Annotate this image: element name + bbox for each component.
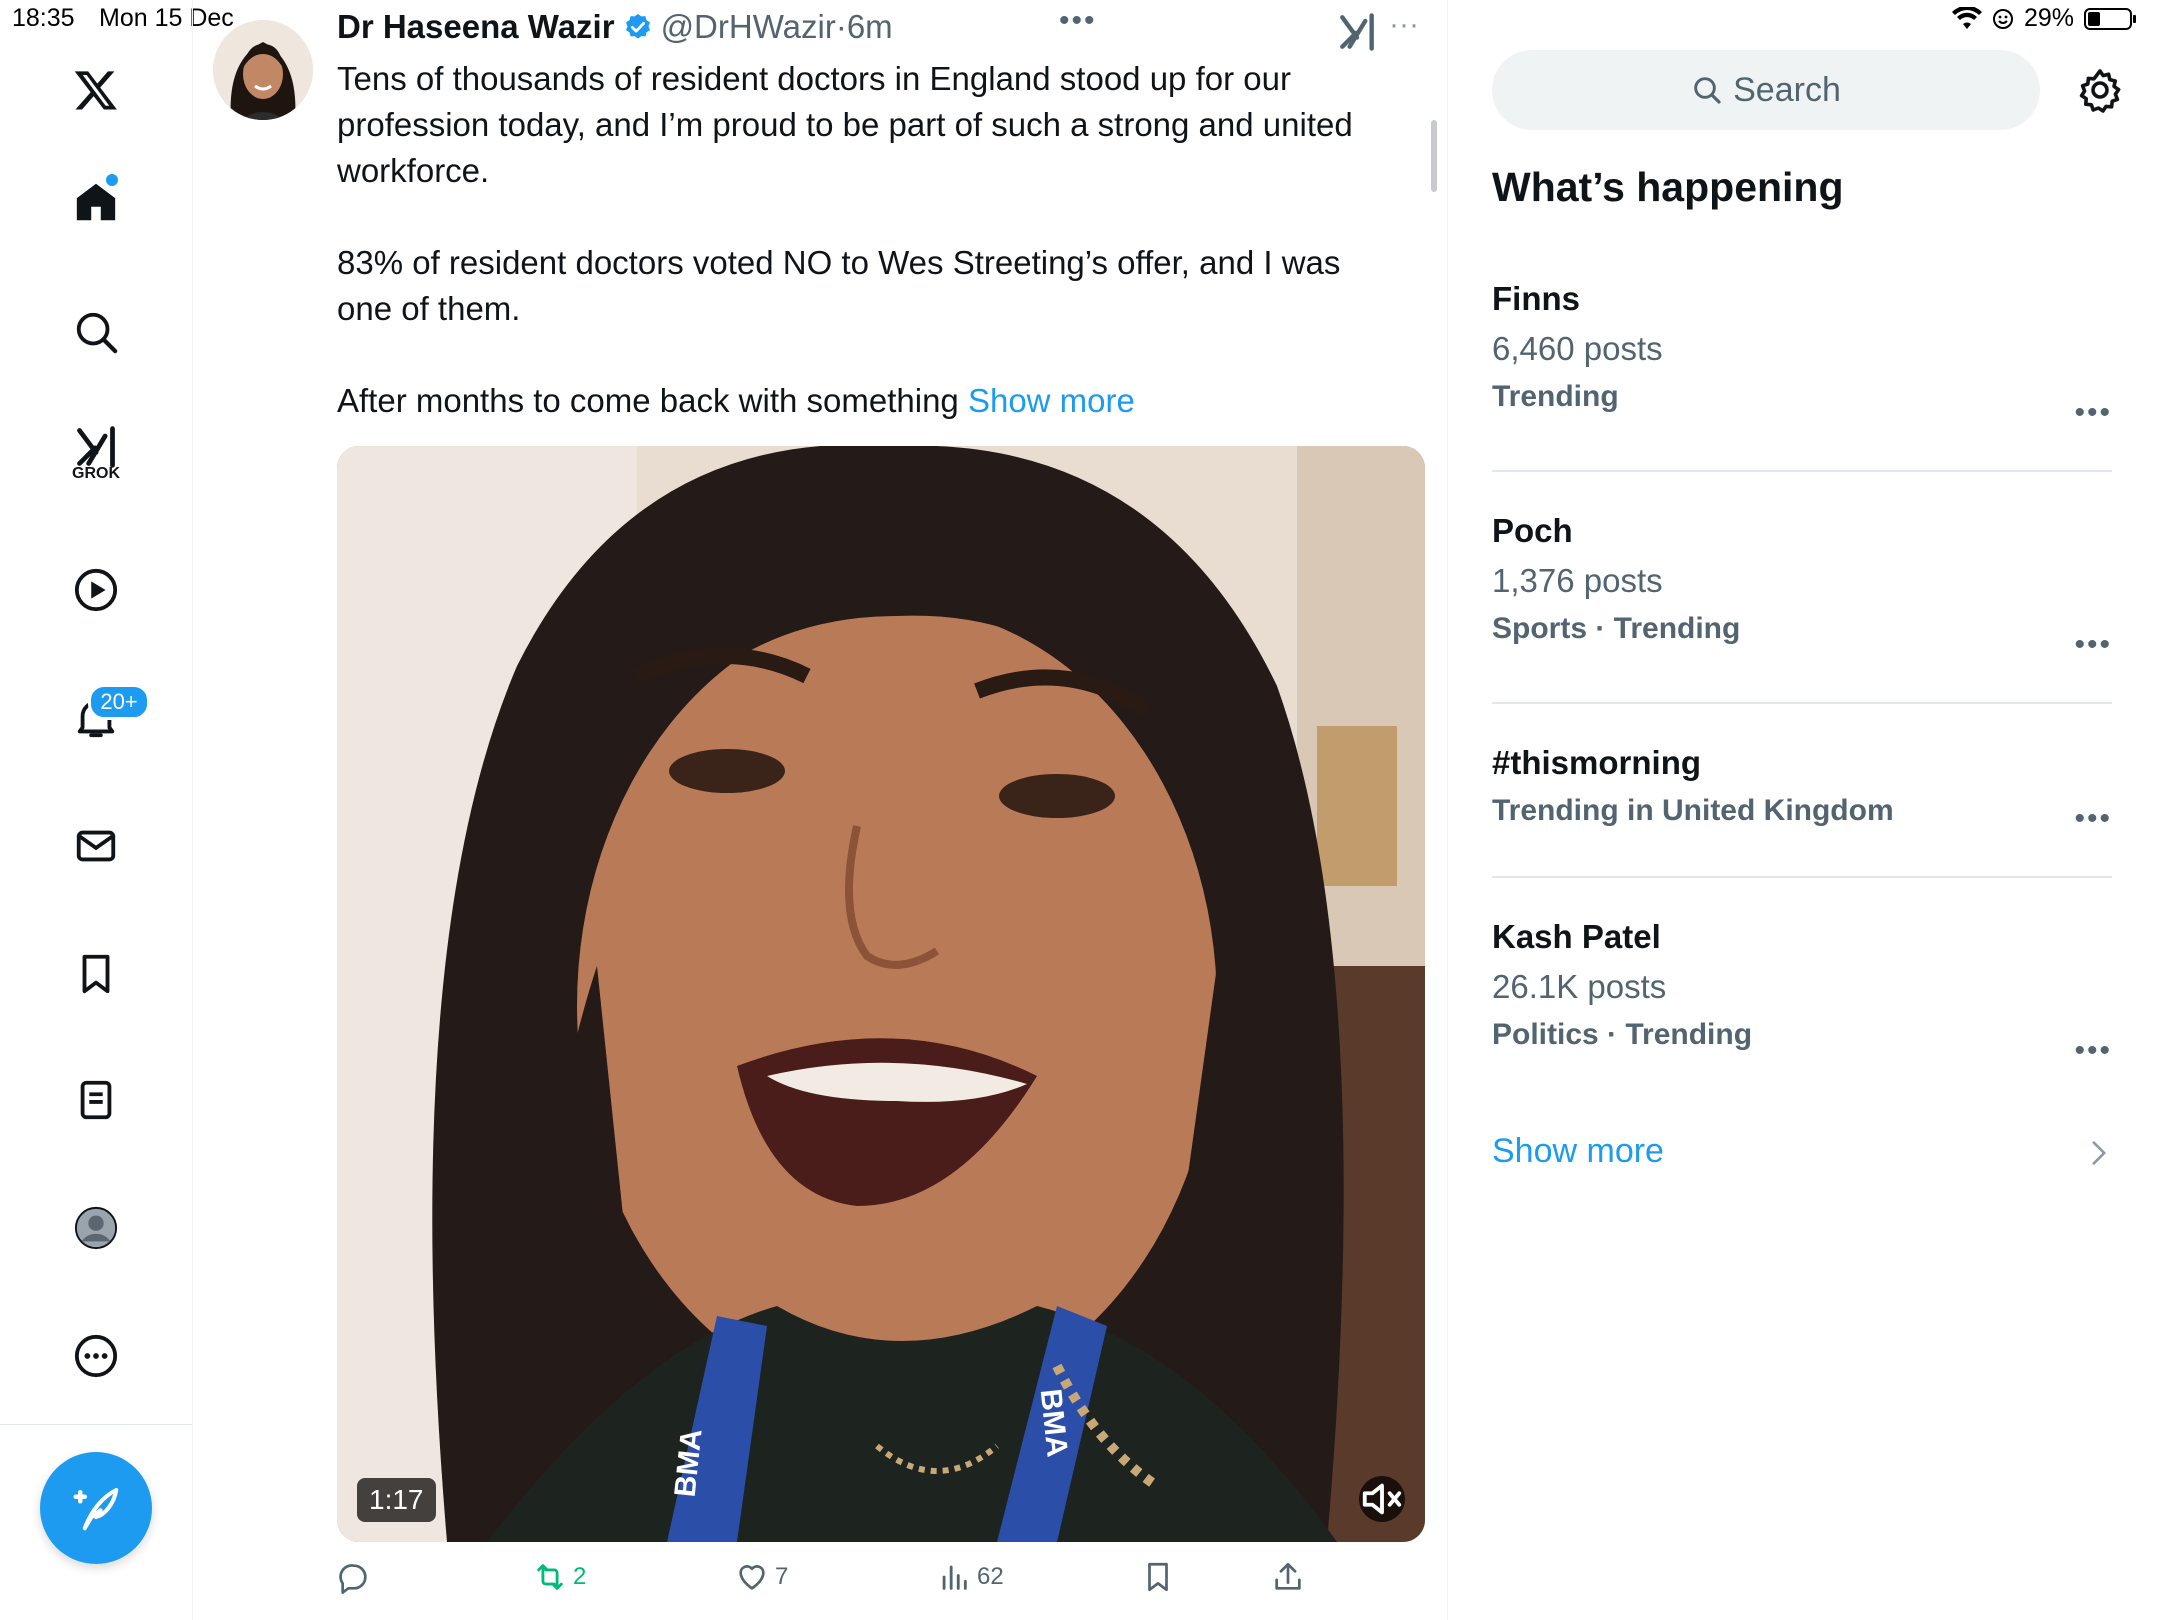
trend-post-count: 6,460 posts: [1492, 330, 1663, 367]
trends-show-more-link[interactable]: Show more: [1492, 1132, 1664, 1171]
repost-count: 2: [573, 1563, 587, 1590]
lanyard-text-left: BMA: [668, 1427, 709, 1499]
trend-item[interactable]: Kash Patel 26.1K posts Politics · Trendi…: [1492, 918, 2112, 1067]
share-icon: [1275, 1562, 1301, 1590]
video-duration: 1:17: [357, 1478, 436, 1522]
heart-icon: [739, 1565, 765, 1590]
trend-more-icon[interactable]: •••: [2074, 396, 2112, 430]
trend-title: Poch: [1492, 512, 1573, 549]
grok-explain-icon[interactable]: [1335, 10, 1379, 54]
tweet-paragraph-2: 83% of resident doctors voted NO to Wes …: [337, 244, 1341, 327]
trend-divider: [1492, 876, 2112, 878]
x-logo-icon[interactable]: [62, 56, 130, 124]
whats-happening-title: What’s happening: [1492, 164, 1844, 210]
trend-item[interactable]: Poch 1,376 posts Sports · Trending •••: [1492, 512, 2112, 661]
trend-item[interactable]: Finns 6,460 posts Trending •••: [1492, 280, 2112, 429]
trend-meta: Trending: [1492, 380, 1619, 413]
video-icon[interactable]: [62, 556, 130, 624]
reply-icon: [339, 1564, 367, 1594]
trend-meta: Politics · Trending: [1492, 1018, 1753, 1051]
settings-gear-icon[interactable]: [2076, 66, 2124, 114]
notifications-badge: 20+: [88, 684, 150, 720]
bookmarks-icon[interactable]: [62, 940, 130, 1008]
lists-icon[interactable]: [62, 1066, 130, 1134]
author-avatar[interactable]: [213, 20, 313, 120]
bookmark-icon: [1148, 1562, 1168, 1592]
trend-title: Kash Patel: [1492, 918, 1661, 955]
trend-more-icon[interactable]: •••: [2074, 1034, 2112, 1068]
lanyard-text-right: BMA: [1033, 1387, 1074, 1459]
compose-post-button[interactable]: [40, 1452, 152, 1564]
like-button[interactable]: 7: [735, 1560, 788, 1594]
trend-divider: [1492, 470, 2112, 472]
trend-item[interactable]: #thismorning Trending in United Kingdom …: [1492, 744, 2112, 835]
tweet-video[interactable]: BMA BMA 1:17: [337, 446, 1425, 1542]
author-name[interactable]: Dr Haseena Wazir: [337, 8, 615, 46]
mute-button[interactable]: [1359, 1476, 1405, 1522]
scrollbar-thumb[interactable]: [1431, 120, 1437, 192]
profile-icon[interactable]: [62, 1194, 130, 1262]
home-icon[interactable]: [62, 168, 130, 236]
tweet-paragraph-3-text: After months to come back with something: [337, 382, 959, 419]
messages-icon[interactable]: [62, 812, 130, 880]
tweet-paragraph-3: After months to come back with something…: [337, 378, 1397, 424]
views-button[interactable]: 62: [937, 1560, 1004, 1594]
trend-title: Finns: [1492, 280, 1580, 317]
tweet-author: Dr Haseena Wazir @DrHWazir · 6m: [337, 8, 893, 46]
tweet-paragraph-1: Tens of thousands of resident doctors in…: [337, 60, 1353, 189]
compose-post-icon: [73, 1487, 119, 1531]
trend-post-count: 26.1K posts: [1492, 968, 1667, 1005]
grok-icon[interactable]: GROK: [62, 420, 130, 488]
verified-badge-icon: [625, 13, 650, 39]
tweet-text: Tens of thousands of resident doctors in…: [337, 56, 1397, 424]
search-icon[interactable]: [62, 298, 130, 366]
grok-label: GROK: [72, 465, 120, 482]
like-count: 7: [775, 1563, 789, 1590]
reply-button[interactable]: [337, 1560, 377, 1594]
share-button[interactable]: [1271, 1560, 1305, 1594]
tweet-time[interactable]: 6m: [847, 8, 893, 46]
views-chart-icon: [942, 1565, 967, 1590]
timeline: Dr Haseena Wazir @DrHWazir · 6m ••• ··· …: [193, 0, 1448, 1620]
tweet-actions: 2 7 62: [337, 1560, 1425, 1606]
trend-divider: [1492, 702, 2112, 704]
multitask-handle-icon[interactable]: •••: [1059, 4, 1097, 38]
home-unread-dot: [106, 174, 118, 186]
repost-button[interactable]: 2: [533, 1560, 586, 1594]
tweet-show-more-link[interactable]: Show more: [968, 382, 1135, 419]
search-placeholder: Search: [1733, 70, 1841, 109]
sidebar-divider: [0, 1424, 192, 1425]
trend-post-count: 1,376 posts: [1492, 562, 1663, 599]
search-icon: [1694, 77, 1721, 104]
bookmark-button[interactable]: [1141, 1560, 1175, 1594]
sidebar-nav: GROK 20+: [0, 0, 193, 1620]
trend-meta: Trending in United Kingdom: [1492, 794, 1894, 827]
separator-dot: ·: [835, 8, 847, 45]
repost-icon: [537, 1564, 563, 1590]
chevron-right-icon: [2092, 1141, 2107, 1165]
views-count: 62: [977, 1563, 1004, 1590]
video-frame-image: [337, 446, 1425, 1542]
speaker-muted-icon: [1362, 1483, 1402, 1515]
trend-more-icon[interactable]: •••: [2074, 802, 2112, 836]
more-icon[interactable]: [62, 1322, 130, 1390]
trend-title: #thismorning: [1492, 744, 1702, 781]
right-panel: Search What’s happening Finns 6,460 post…: [1448, 0, 2160, 1620]
search-bar[interactable]: Search: [1492, 50, 2040, 130]
trend-meta: Sports · Trending: [1492, 612, 1741, 645]
trend-more-icon[interactable]: •••: [2074, 628, 2112, 662]
tweet-more-icon[interactable]: ···: [1389, 8, 1419, 42]
author-handle[interactable]: @DrHWazir: [661, 8, 836, 46]
